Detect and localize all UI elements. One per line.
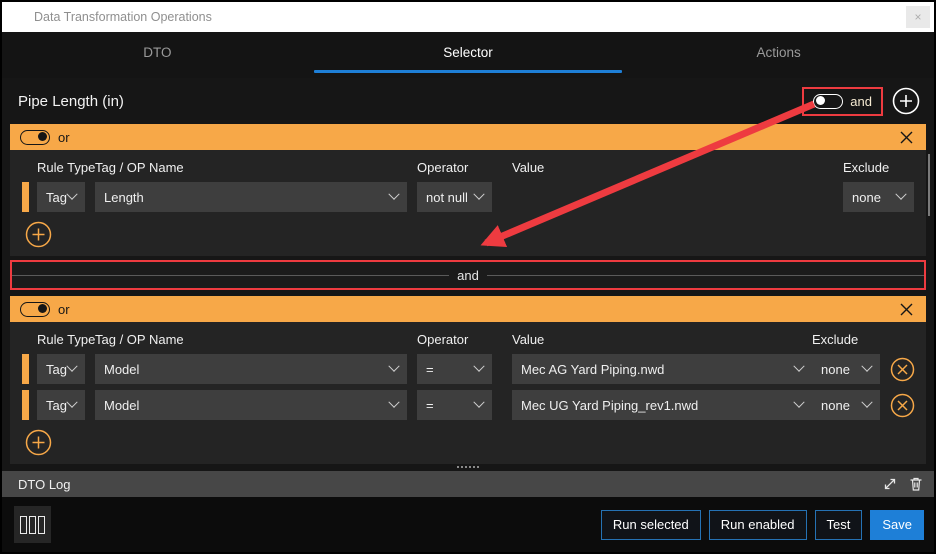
- columns-view-button[interactable]: [14, 506, 51, 543]
- rule-marker: [22, 390, 29, 420]
- rule-type-select[interactable]: Tag: [37, 354, 85, 384]
- dto-log-bar: DTO Log: [2, 471, 934, 497]
- save-button[interactable]: Save: [870, 509, 924, 540]
- rule-type-select[interactable]: Tag: [37, 390, 85, 420]
- group1-add-rule-button[interactable]: [25, 221, 52, 248]
- exclude-select[interactable]: none: [843, 182, 914, 212]
- group1-remove-button[interactable]: [899, 130, 914, 145]
- group-join-divider: and: [10, 260, 926, 290]
- chevron-down-icon: [388, 360, 400, 372]
- group1-panel: Rule Type Tag / OP Name Operator Value E…: [10, 150, 926, 256]
- exclude-select[interactable]: none: [812, 390, 880, 420]
- tab-selector[interactable]: Selector: [313, 32, 624, 78]
- chevron-down-icon: [473, 396, 485, 408]
- columns-icon: [20, 515, 27, 534]
- rule-marker: [22, 354, 29, 384]
- chevron-down-icon: [388, 188, 400, 200]
- plus-icon: [892, 87, 920, 115]
- value-select[interactable]: Mec AG Yard Piping.nwd: [512, 354, 812, 384]
- chevron-down-icon: [66, 396, 78, 408]
- chevron-down-icon: [861, 360, 873, 372]
- group2-column-headers: Rule Type Tag / OP Name Operator Value E…: [37, 331, 859, 347]
- run-enabled-button[interactable]: Run enabled: [708, 509, 807, 540]
- exclude-select[interactable]: none: [812, 354, 880, 384]
- group2-or-label: or: [58, 301, 70, 317]
- scrollbar-thumb[interactable]: [928, 154, 930, 216]
- footer-bar: Run selected Run enabled Test Save: [2, 497, 934, 552]
- rule-type-select[interactable]: Tag: [37, 182, 85, 212]
- group2-rule-row-2: Tag Model = Mec UG Yard Piping_rev1.nwd …: [22, 390, 916, 420]
- plus-icon: [25, 221, 52, 248]
- group2-panel: Rule Type Tag / OP Name Operator Value E…: [10, 322, 926, 464]
- circle-x-icon: [890, 393, 914, 417]
- operator-select[interactable]: =: [417, 354, 492, 384]
- expand-log-button[interactable]: [882, 476, 898, 492]
- add-group-button[interactable]: [892, 87, 920, 115]
- dialog-window: Data Transformation Operations × DTO Sel…: [0, 0, 936, 554]
- selector-title: Pipe Length (in): [18, 92, 124, 110]
- chevron-down-icon: [473, 188, 485, 200]
- and-toggle[interactable]: [813, 93, 844, 109]
- chevron-down-icon: [895, 188, 907, 200]
- remove-rule-button[interactable]: [890, 357, 915, 382]
- title-bar: Data Transformation Operations ×: [2, 2, 934, 32]
- group1-column-headers: Rule Type Tag / OP Name Operator Value E…: [37, 159, 890, 175]
- close-x-icon: [900, 131, 913, 143]
- tab-dto[interactable]: DTO: [2, 32, 313, 78]
- group1-rule-row: Tag Length not null none: [22, 182, 916, 212]
- toggle-knob: [816, 96, 826, 105]
- chevron-down-icon: [861, 396, 873, 408]
- expand-icon: [884, 478, 896, 490]
- rule-marker: [22, 182, 29, 212]
- active-tab-underline: [314, 70, 622, 73]
- and-toggle-label: and: [850, 93, 872, 109]
- toggle-knob: [38, 304, 47, 313]
- group2-or-toggle[interactable]: [20, 301, 50, 317]
- window-title: Data Transformation Operations: [34, 10, 212, 24]
- test-button[interactable]: Test: [814, 509, 863, 540]
- group1-or-toggle[interactable]: [20, 129, 50, 145]
- group1-or-bar: or: [10, 124, 926, 150]
- selector-header: Pipe Length (in) and: [2, 78, 934, 124]
- group2-or-bar: or: [10, 296, 926, 322]
- chevron-down-icon: [793, 360, 805, 372]
- log-resize-handle[interactable]: [457, 466, 479, 468]
- remove-rule-button[interactable]: [890, 393, 915, 418]
- chevron-down-icon: [793, 396, 805, 408]
- group1-or-label: or: [58, 129, 70, 145]
- plus-icon: [25, 429, 52, 456]
- operator-select[interactable]: =: [417, 390, 492, 420]
- tab-actions[interactable]: Actions: [623, 32, 934, 78]
- chevron-down-icon: [66, 188, 78, 200]
- chevron-down-icon: [473, 360, 485, 372]
- group2-rule-row-1: Tag Model = Mec AG Yard Piping.nwd none: [22, 354, 916, 384]
- close-x-icon: [900, 303, 913, 315]
- close-icon: ×: [914, 10, 922, 24]
- toggle-knob: [38, 132, 47, 141]
- and-toggle-annotation-box: and: [802, 86, 883, 116]
- group2-remove-button[interactable]: [899, 302, 914, 317]
- trash-icon: [910, 477, 922, 491]
- circle-x-icon: [890, 357, 914, 381]
- chevron-down-icon: [66, 360, 78, 372]
- group2-add-rule-button[interactable]: [25, 429, 52, 456]
- divider-label: and: [457, 267, 479, 283]
- tag-op-select[interactable]: Model: [95, 390, 407, 420]
- tag-op-select[interactable]: Length: [95, 182, 407, 212]
- operator-select[interactable]: not null: [417, 182, 492, 212]
- close-button[interactable]: ×: [906, 6, 930, 28]
- run-selected-button[interactable]: Run selected: [600, 509, 701, 540]
- dto-log-title: DTO Log: [18, 476, 71, 492]
- chevron-down-icon: [388, 396, 400, 408]
- value-select[interactable]: Mec UG Yard Piping_rev1.nwd: [512, 390, 812, 420]
- tag-op-select[interactable]: Model: [95, 354, 407, 384]
- clear-log-button[interactable]: [908, 476, 924, 492]
- tab-bar: DTO Selector Actions: [2, 32, 934, 78]
